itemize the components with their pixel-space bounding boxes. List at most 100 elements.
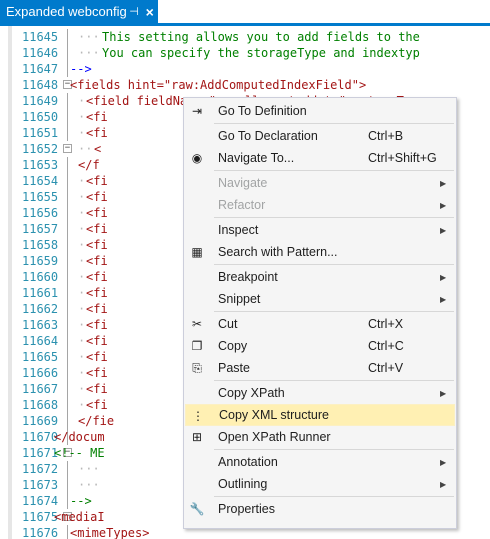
outline-guide	[67, 45, 68, 61]
outline-guide	[67, 29, 68, 45]
line-number: 11648	[22, 78, 59, 92]
code-text: <mimeTypes>	[70, 526, 150, 539]
menu-item-shortcut: Ctrl+C	[368, 339, 404, 353]
menu-item-open-xpath-runner[interactable]: ⊞ Open XPath Runner	[185, 426, 455, 448]
menu-item-snippet[interactable]: Snippet ▶	[185, 288, 455, 310]
line-number: 11669	[22, 414, 59, 428]
code-line[interactable]: 11645 ··· This setting allows you to add f…	[0, 29, 490, 45]
menu-item-go-to-declaration[interactable]: Go To Declaration Ctrl+B	[185, 125, 455, 147]
outline-guide	[67, 269, 68, 285]
outline-guide	[67, 381, 68, 397]
code-text: <fields hint="raw:AddComputedIndexField"…	[70, 78, 367, 92]
menu-item-breakpoint[interactable]: Breakpoint ▶	[185, 266, 455, 288]
menu-item-outlining[interactable]: Outlining ▶	[185, 473, 455, 495]
whitespace-dots: ·	[78, 126, 86, 140]
line-number: 11652	[22, 142, 59, 156]
properties-wrench-icon: 🔧	[189, 502, 205, 516]
line-number: 11660	[22, 270, 59, 284]
whitespace-dots: ·	[78, 382, 86, 396]
tab-expanded-webconfig[interactable]: Expanded webconfig ⊣ ×	[0, 0, 158, 23]
whitespace-dots: ·	[78, 94, 86, 108]
submenu-arrow-icon: ▶	[440, 388, 447, 398]
menu-item-inspect[interactable]: Inspect ▶	[185, 219, 455, 241]
submenu-arrow-icon: ▶	[440, 457, 447, 467]
menu-item-label: Go To Definition	[218, 104, 307, 118]
menu-item-copy[interactable]: ❐ Copy Ctrl+C	[185, 335, 455, 357]
menu-item-label: Navigate To...	[218, 151, 295, 165]
menu-item-label: Annotation	[218, 455, 278, 469]
close-icon[interactable]: ×	[141, 4, 158, 20]
menu-item-label: Navigate	[218, 176, 268, 190]
outline-guide	[67, 189, 68, 205]
code-line[interactable]: 11647 -->	[0, 61, 490, 77]
menu-item-navigate-to[interactable]: ◉ Navigate To... Ctrl+Shift+G	[185, 147, 455, 169]
outline-guide	[67, 493, 68, 509]
menu-item-annotation[interactable]: Annotation ▶	[185, 451, 455, 473]
line-number: 11647	[22, 62, 59, 76]
menu-item-shortcut: Ctrl+Shift+G	[368, 151, 437, 165]
line-number: 11650	[22, 110, 59, 124]
menu-separator	[214, 449, 454, 450]
outline-guide	[67, 93, 68, 109]
whitespace-dots: ·	[78, 222, 86, 236]
line-number: 11667	[22, 382, 59, 396]
code-text: -->	[70, 494, 92, 508]
menu-item-label: Snippet	[218, 292, 261, 306]
menu-item-properties[interactable]: 🔧 Properties	[185, 498, 455, 520]
collapse-toggle-icon[interactable]: −	[63, 144, 72, 153]
go-to-definition-icon: ⇥	[191, 104, 203, 118]
outline-guide	[67, 205, 68, 221]
whitespace-dots: ·	[78, 286, 86, 300]
line-number: 11655	[22, 190, 59, 204]
menu-item-refactor[interactable]: Refactor ▶	[185, 194, 455, 216]
line-number: 11645	[22, 30, 59, 44]
code-line[interactable]: 11646 ··· You can specify the storageType …	[0, 45, 490, 61]
outline-guide	[67, 301, 68, 317]
line-number: 11651	[22, 126, 59, 140]
outline-guide	[67, 237, 68, 253]
menu-item-navigate[interactable]: Navigate ▶	[185, 172, 455, 194]
line-number: 11658	[22, 238, 59, 252]
code-text: <!-- ME	[54, 446, 105, 460]
context-menu: ⇥ Go To Definition Go To Declaration Ctrl+B…	[183, 97, 457, 529]
code-text: <mediaI	[54, 510, 105, 524]
menu-item-shortcut: Ctrl+V	[368, 361, 404, 375]
menu-item-label: Breakpoint	[218, 270, 278, 284]
menu-item-copy-xml-structure[interactable]: ⋮ Copy XML structure	[185, 404, 455, 426]
menu-separator	[214, 496, 454, 497]
outline-guide	[67, 477, 68, 493]
outline-guide	[67, 333, 68, 349]
line-number: 11662	[22, 302, 59, 316]
outline-guide	[67, 397, 68, 413]
line-number: 11676	[22, 526, 59, 539]
whitespace-dots: ·	[78, 206, 86, 220]
menu-item-copy-xpath[interactable]: Copy XPath ▶	[185, 382, 455, 404]
code-line[interactable]: 11648− <fields hint="raw:AddComputedIndex…	[0, 77, 490, 93]
copy-icon: ❐	[191, 339, 203, 353]
menu-item-cut[interactable]: ✂ Cut Ctrl+X	[185, 313, 455, 335]
whitespace-dots: ···	[78, 46, 100, 60]
outline-guide	[67, 61, 68, 77]
outline-guide	[67, 285, 68, 301]
menu-item-label: Properties	[218, 502, 275, 516]
outline-guide	[67, 157, 68, 173]
submenu-arrow-icon: ▶	[440, 225, 447, 235]
menu-separator	[214, 170, 454, 171]
whitespace-dots: ·	[78, 190, 86, 204]
whitespace-dots: ·	[78, 334, 86, 348]
menu-item-paste[interactable]: ⎘ Paste Ctrl+V	[185, 357, 455, 379]
menu-item-shortcut: Ctrl+X	[368, 317, 404, 331]
submenu-arrow-icon: ▶	[440, 294, 447, 304]
whitespace-dots: ·	[78, 398, 86, 412]
pin-icon[interactable]: ⊣	[127, 5, 142, 18]
whitespace-dots: ·	[78, 174, 86, 188]
menu-item-search-with-pattern[interactable]: ▦ Search with Pattern...	[185, 241, 455, 263]
menu-item-go-to-definition[interactable]: ⇥ Go To Definition	[185, 100, 455, 122]
whitespace-dots: ···	[78, 462, 100, 476]
menu-item-shortcut: Ctrl+B	[368, 129, 404, 143]
menu-item-label: Copy XML structure	[219, 408, 329, 422]
line-number: 11663	[22, 318, 59, 332]
line-number: 11666	[22, 366, 59, 380]
code-text: </f	[78, 158, 100, 172]
line-number: 11653	[22, 158, 59, 172]
